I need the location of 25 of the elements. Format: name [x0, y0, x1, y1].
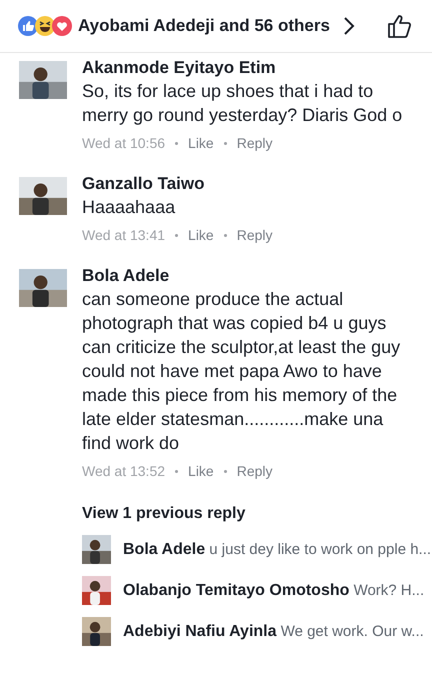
comment-text: So, its for lace up shoes that i had to merry go round yesterday? Diaris God o: [82, 80, 404, 127]
reactions-summary[interactable]: Ayobami Adedeji and 56 others: [78, 16, 330, 36]
like-link[interactable]: Like: [188, 227, 214, 243]
like-link[interactable]: Like: [188, 135, 214, 151]
reply-preview[interactable]: Olabanjo Temitayo Omotosho Work? H...: [123, 582, 424, 600]
reply-preview[interactable]: Adebiyi Nafiu Ayinla We get work. Our w...: [123, 622, 424, 640]
reply-link[interactable]: Reply: [236, 227, 273, 243]
comment-time: Wed at 13:52: [82, 463, 166, 479]
reply-preview[interactable]: Bola Adele u just dey like to work on pple h...: [123, 540, 432, 558]
comment-author[interactable]: Bola Adele: [82, 265, 416, 287]
like-link[interactable]: Like: [188, 463, 214, 479]
comment-author[interactable]: Akanmode Eyitayo Etim: [82, 57, 416, 79]
comment-text: can someone produce the actual photograph that was copied b4 u guys can criticize the sculptor,at least the guy could not have met papa Awo to have made this piece from his memory of the late elder statesman............make una find work do: [82, 288, 402, 455]
comment-text: Haaaahaaa: [82, 196, 176, 219]
reply-link[interactable]: Reply: [236, 463, 273, 479]
laugh-reaction-icon: [35, 16, 55, 36]
like-icon[interactable]: [386, 12, 414, 40]
comment-author[interactable]: Ganzallo Taiwo: [82, 173, 416, 195]
comment-time: Wed at 13:41: [82, 227, 166, 243]
chevron-right-icon[interactable]: [342, 15, 356, 37]
comment-time: Wed at 10:56: [82, 135, 166, 151]
love-reaction-icon: [52, 16, 72, 36]
view-previous-reply-link[interactable]: View 1 previous reply: [82, 505, 432, 523]
like-reaction-icon: [18, 16, 38, 36]
reply-link[interactable]: Reply: [236, 135, 273, 151]
